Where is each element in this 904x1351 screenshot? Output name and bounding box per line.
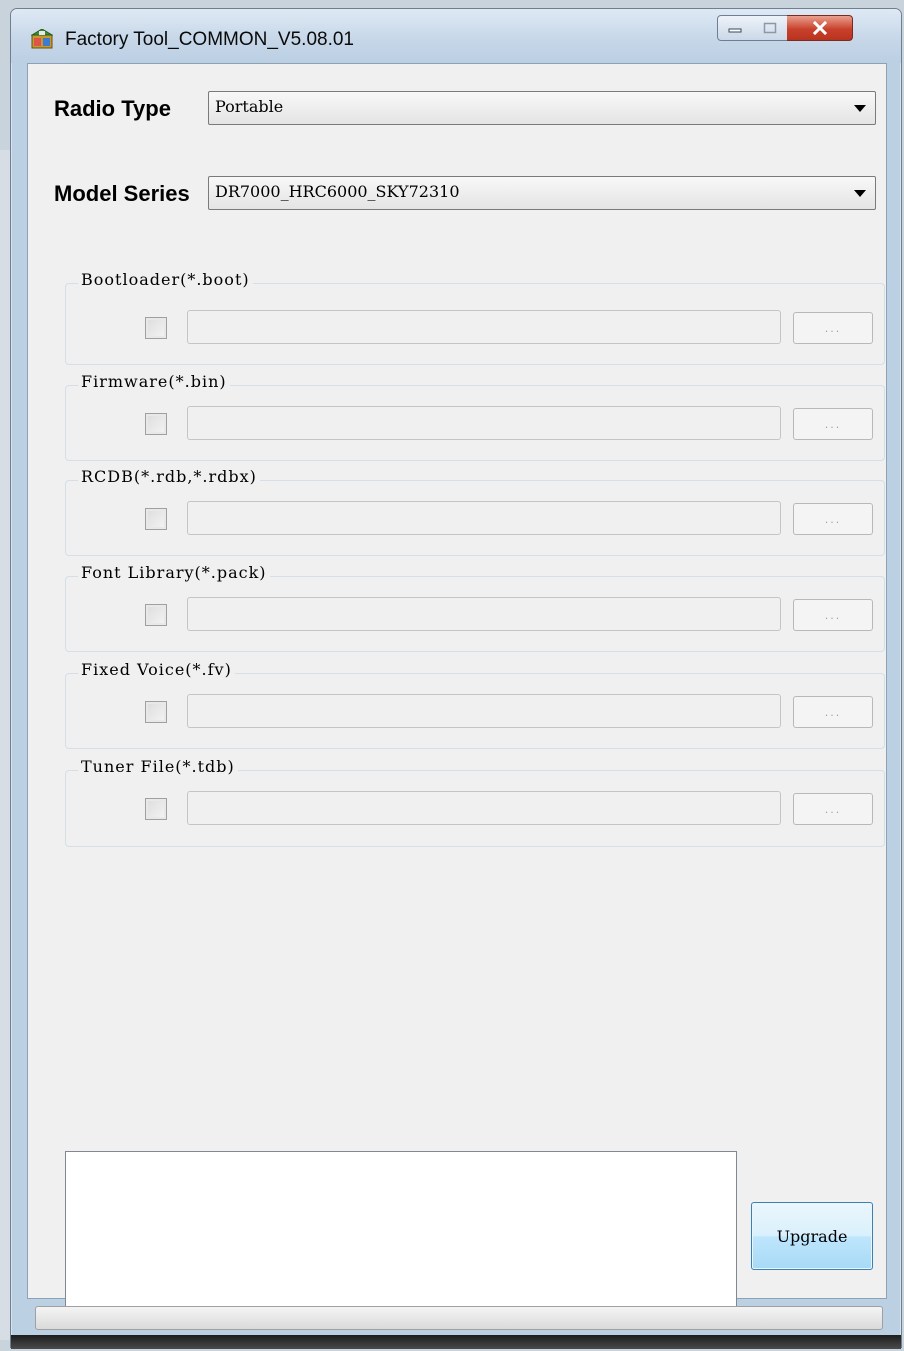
bootloader-browse-button[interactable]: ... xyxy=(793,312,873,344)
font-library-path-input[interactable] xyxy=(187,597,781,631)
chevron-down-icon xyxy=(854,105,866,112)
client-area: Radio Type Portable Model Series DR7000_… xyxy=(27,63,887,1309)
factory-tool-app-icon xyxy=(31,29,53,49)
radio-type-label: Radio Type xyxy=(54,96,171,121)
maximize-icon xyxy=(763,22,776,34)
window-title: Factory Tool_COMMON_V5.08.01 xyxy=(65,29,354,50)
firmware-checkbox[interactable] xyxy=(145,413,167,435)
close-button[interactable] xyxy=(787,15,853,41)
font-library-group-title: Font Library(*.pack) xyxy=(78,563,270,582)
close-icon xyxy=(812,21,827,35)
window-bottom-border xyxy=(11,1335,901,1349)
bootloader-group: Bootloader(*.boot) ... xyxy=(65,270,885,365)
app-window: Factory Tool_COMMON_V5.08.01 Radio Type … xyxy=(10,8,902,1349)
tuner-file-group: Tuner File(*.tdb) ... xyxy=(65,757,885,847)
rcdb-group-title: RCDB(*.rdb,*.rdbx) xyxy=(78,467,260,486)
log-output[interactable] xyxy=(65,1151,737,1309)
firmware-group-title: Firmware(*.bin) xyxy=(78,372,230,391)
model-series-label: Model Series xyxy=(54,181,190,206)
fixed-voice-path-input[interactable] xyxy=(187,694,781,728)
minimize-icon xyxy=(728,28,742,33)
minimize-button[interactable] xyxy=(717,15,753,41)
rcdb-browse-button[interactable]: ... xyxy=(793,503,873,535)
tuner-file-checkbox[interactable] xyxy=(145,798,167,820)
bootloader-path-input[interactable] xyxy=(187,310,781,344)
tuner-file-path-input[interactable] xyxy=(187,791,781,825)
fixed-voice-group-title: Fixed Voice(*.fv) xyxy=(78,660,235,679)
tuner-file-group-title: Tuner File(*.tdb) xyxy=(78,757,238,776)
rcdb-path-input[interactable] xyxy=(187,501,781,535)
model-series-select[interactable]: DR7000_HRC6000_SKY72310 xyxy=(208,176,876,210)
font-library-checkbox[interactable] xyxy=(145,604,167,626)
bootloader-checkbox[interactable] xyxy=(145,317,167,339)
radio-type-value: Portable xyxy=(215,97,284,116)
background-edge xyxy=(0,150,10,1340)
font-library-browse-button[interactable]: ... xyxy=(793,599,873,631)
radio-type-select[interactable]: Portable xyxy=(208,91,876,125)
maximize-button[interactable] xyxy=(752,15,788,41)
chevron-down-icon xyxy=(854,190,866,197)
firmware-browse-button[interactable]: ... xyxy=(793,408,873,440)
model-series-value: DR7000_HRC6000_SKY72310 xyxy=(215,182,460,201)
rcdb-group: RCDB(*.rdb,*.rdbx) ... xyxy=(65,467,885,556)
fixed-voice-group: Fixed Voice(*.fv) ... xyxy=(65,660,885,749)
firmware-group: Firmware(*.bin) ... xyxy=(65,372,885,461)
progress-bar xyxy=(35,1306,883,1330)
rcdb-checkbox[interactable] xyxy=(145,508,167,530)
title-bar[interactable]: Factory Tool_COMMON_V5.08.01 xyxy=(11,9,901,63)
fixed-voice-checkbox[interactable] xyxy=(145,701,167,723)
tuner-file-browse-button[interactable]: ... xyxy=(793,793,873,825)
font-library-group: Font Library(*.pack) ... xyxy=(65,563,885,652)
firmware-path-input[interactable] xyxy=(187,406,781,440)
bootloader-group-title: Bootloader(*.boot) xyxy=(78,270,253,289)
upgrade-button[interactable]: Upgrade xyxy=(751,1202,873,1270)
fixed-voice-browse-button[interactable]: ... xyxy=(793,696,873,728)
